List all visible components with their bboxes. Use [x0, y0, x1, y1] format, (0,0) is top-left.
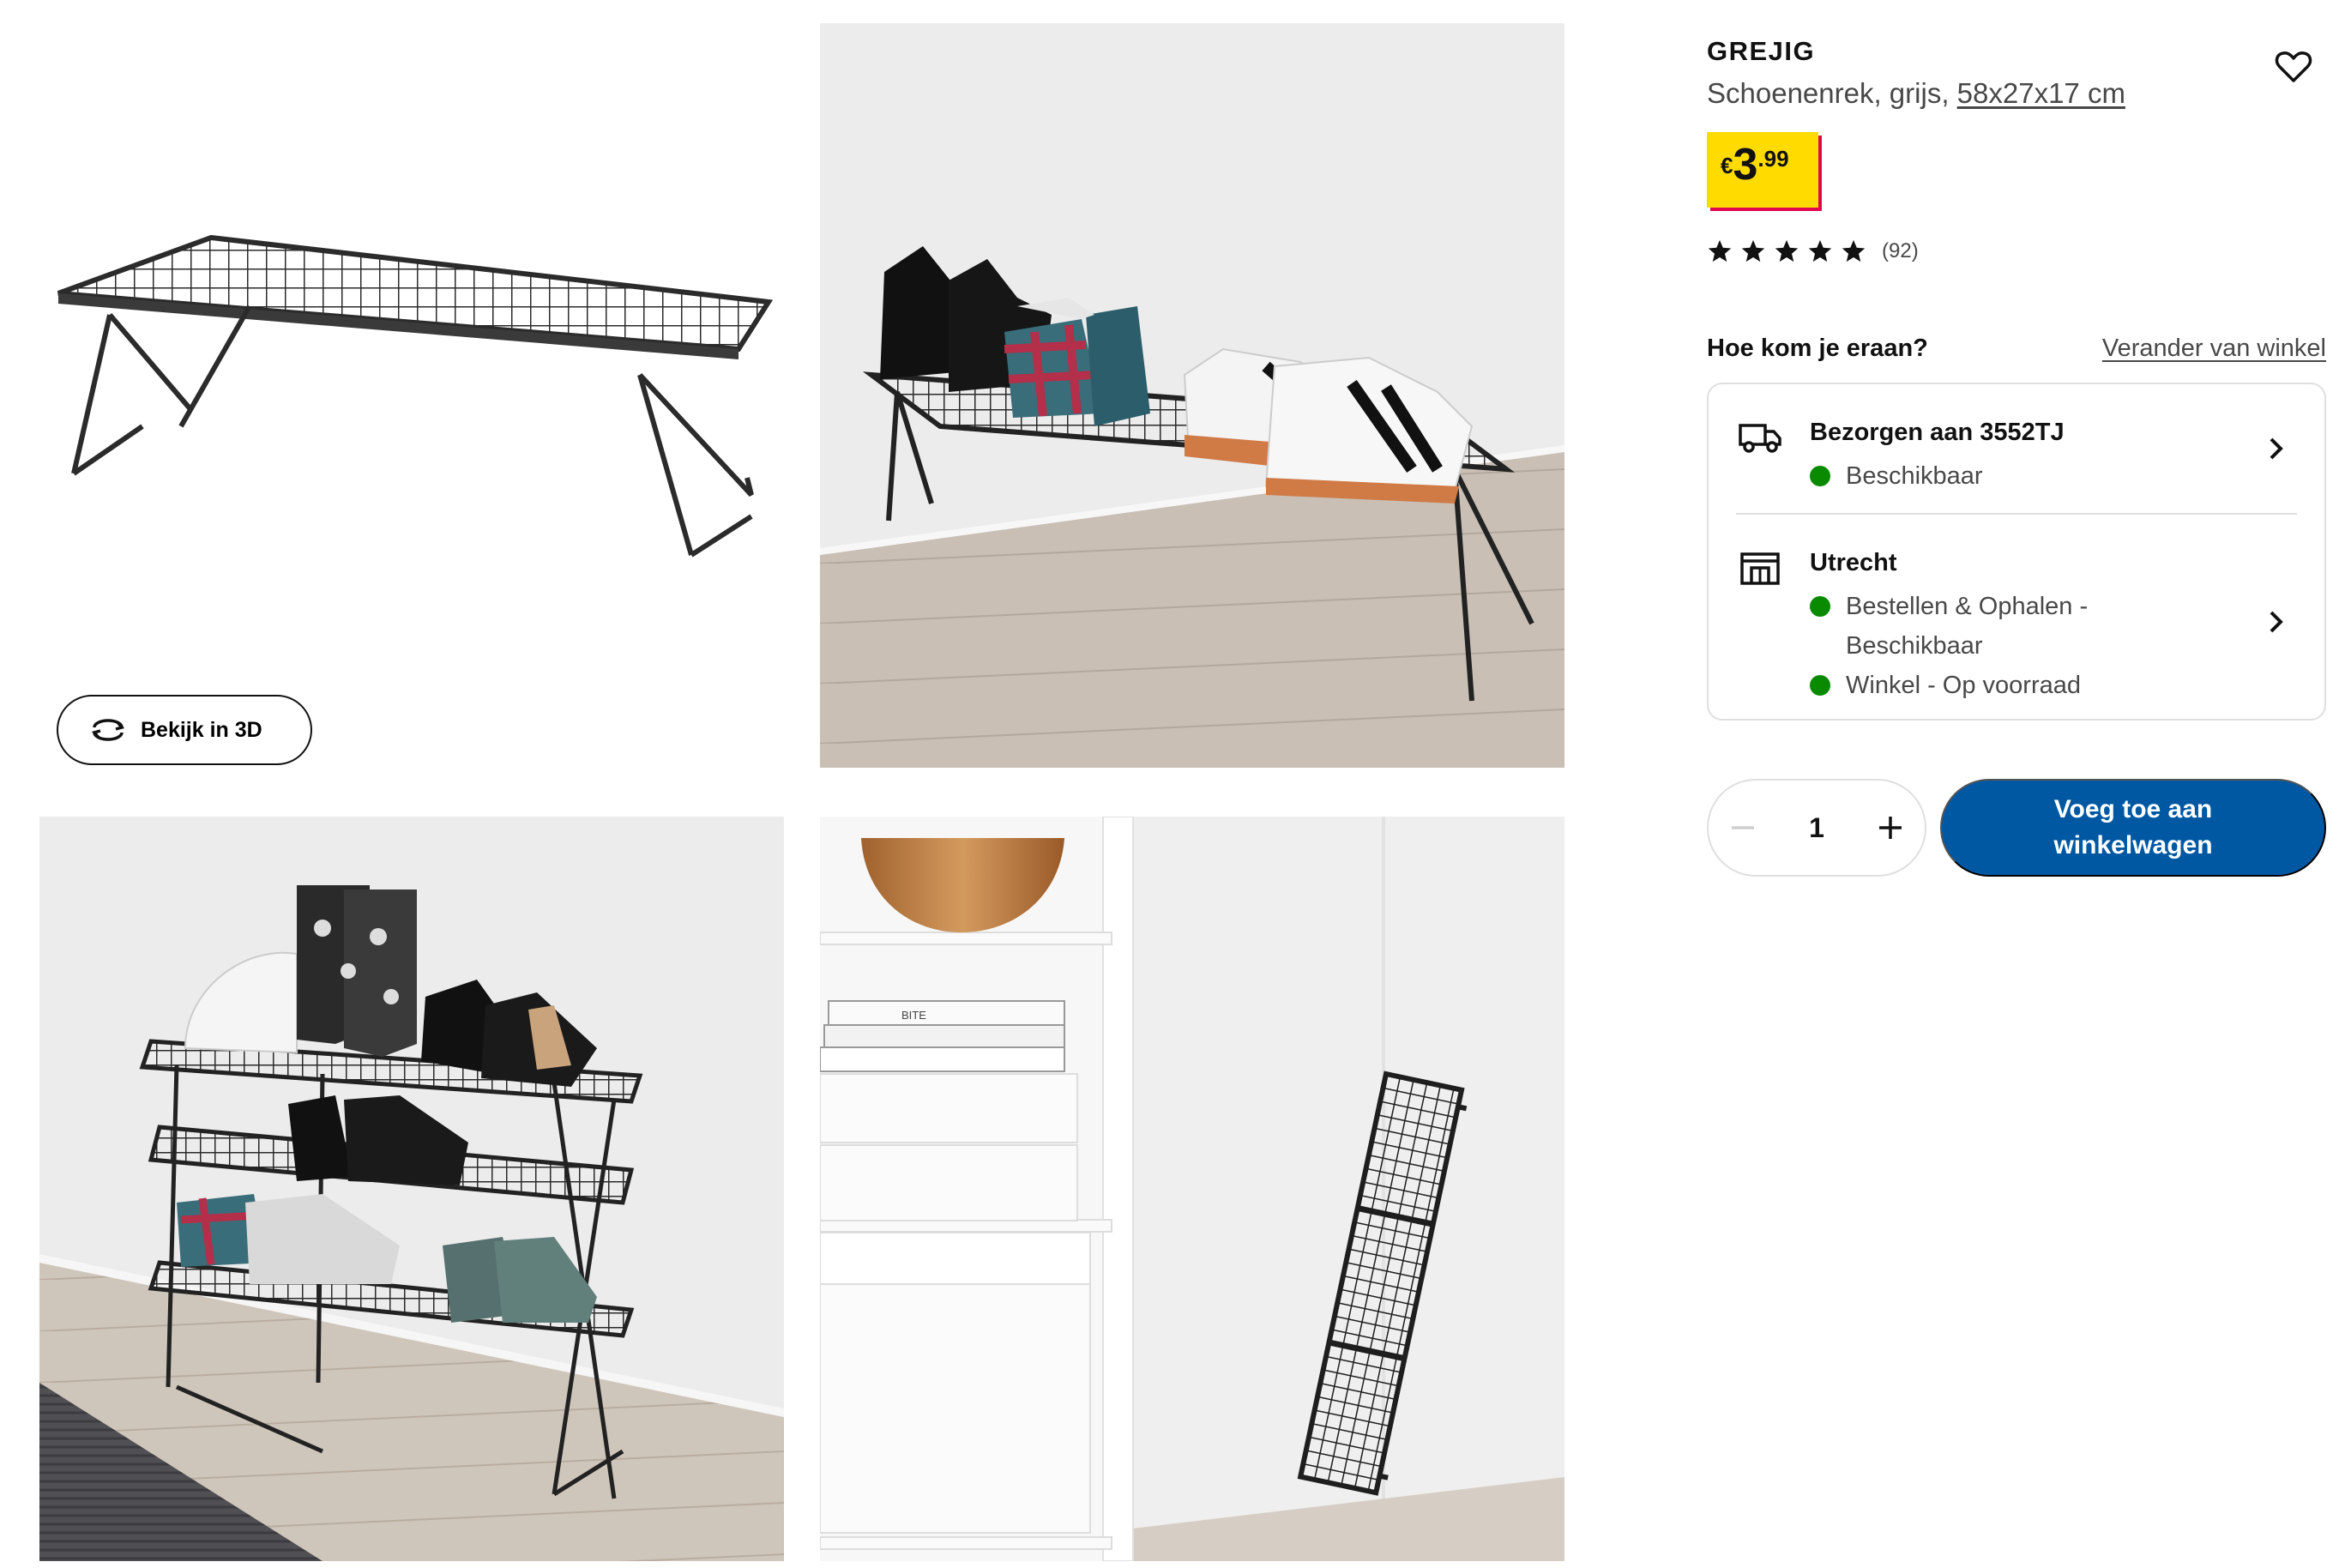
stacked-shoe-racks-photo [39, 817, 784, 1561]
folded-shoe-rack-photo: BITE [820, 817, 1564, 1561]
store-stock-status-text: Winkel - Op voorraad [1846, 672, 2081, 699]
available-dot-icon [1810, 596, 1830, 617]
delivery-option[interactable]: Bezorgen aan 3552TJ Beschikbaar [1709, 384, 2324, 513]
view-in-3d-label: Bekijk in 3D [141, 717, 262, 742]
delivery-title: Bezorgen aan 3552TJ [1810, 419, 2065, 446]
price-decimals: .99 [1757, 146, 1789, 172]
quantity-stepper: 1 [1707, 779, 1926, 877]
product-name: GREJIG [1707, 36, 1816, 66]
chevron-right-icon [2270, 437, 2283, 460]
star-icon [1741, 239, 1765, 262]
product-description: Schoenenrek, grijs, 58x27x17 cm [1707, 77, 2125, 110]
rotate-3d-icon [91, 719, 125, 741]
product-image-main[interactable] [39, 23, 784, 768]
star-icon [1775, 239, 1799, 262]
product-image-folded[interactable]: BITE [820, 817, 1564, 1561]
delivery-status-text: Beschikbaar [1846, 462, 1983, 490]
product-type: Schoenenrek, grijs, [1707, 77, 1950, 109]
product-image-stacked[interactable] [39, 817, 784, 1561]
quantity-value[interactable]: 1 [1777, 812, 1856, 844]
product-dimensions-link[interactable]: 58x27x17 cm [1957, 77, 2125, 109]
add-to-cart-button[interactable]: Voeg toe aan winkelwagen [1940, 779, 2326, 877]
store-icon [1740, 552, 1780, 585]
available-dot-icon [1810, 675, 1830, 696]
available-dot-icon [1810, 466, 1830, 486]
rating-stars [1707, 238, 1866, 264]
store-name: Utrecht [1810, 549, 1897, 576]
view-in-3d-button[interactable]: Bekijk in 3D [57, 695, 312, 765]
rating[interactable]: (92) [1707, 238, 1919, 264]
shoe-rack-illustration [57, 234, 774, 558]
product-info-panel: GREJIG Schoenenrek, grijs, 58x27x17 cm €… [1707, 0, 2326, 1568]
store-option[interactable]: Utrecht Bestellen & Ophalen - Beschikbaa… [1709, 515, 2324, 721]
store-pickup-status-text: Bestellen & Ophalen - Beschikbaar [1846, 593, 2089, 660]
chevron-right-icon [2270, 611, 2283, 633]
increase-quantity-button[interactable] [1856, 781, 1925, 875]
store-stock-status: Winkel - Op voorraad [1810, 666, 2179, 705]
star-icon [1808, 239, 1832, 262]
availability-card: Bezorgen aan 3552TJ Beschikbaar Utrecht … [1707, 383, 2326, 721]
star-icon [1708, 239, 1732, 262]
delivery-status: Beschikbaar [1810, 456, 2179, 496]
decrease-quantity-button[interactable] [1709, 781, 1777, 875]
minus-icon [1732, 826, 1754, 829]
delivery-truck-icon [1739, 424, 1781, 453]
price-tag: € 3 .99 [1707, 132, 1818, 208]
rating-count: (92) [1882, 239, 1919, 262]
fulfillment-heading: Hoe kom je eraan? [1707, 335, 1928, 362]
star-icon [1842, 239, 1866, 262]
store-pickup-status: Bestellen & Ophalen - Beschikbaar [1810, 587, 2179, 666]
book-spine-text: BITE [901, 1009, 926, 1022]
price-integer: 3 [1733, 140, 1758, 190]
price-currency: € [1721, 153, 1733, 178]
change-store-link[interactable]: Verander van winkel [2102, 335, 2326, 363]
shoe-rack-with-sneakers-photo [820, 23, 1564, 768]
product-image-lifestyle-single[interactable] [820, 23, 1564, 768]
plus-icon [1879, 817, 1902, 839]
favorite-heart-icon[interactable] [2275, 50, 2312, 84]
